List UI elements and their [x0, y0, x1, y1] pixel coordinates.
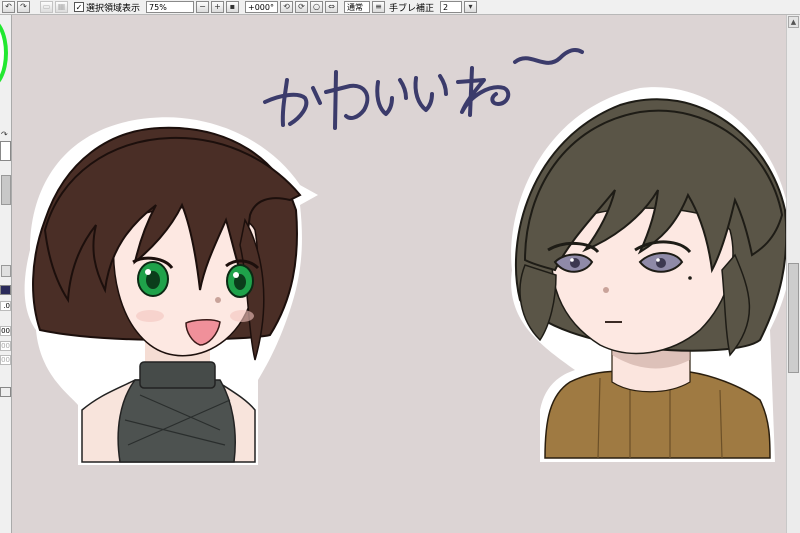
brush-color-swatch[interactable] [0, 285, 11, 295]
rotate-right-icon[interactable]: ⟳ [295, 1, 309, 13]
redo-icon[interactable]: ↷ [17, 1, 30, 13]
brush-value-a[interactable]: .0 [0, 301, 11, 311]
zoom-out-icon[interactable]: − [196, 1, 210, 13]
zoom-field[interactable]: 75% [146, 1, 195, 13]
deselect-icon[interactable]: ▭ [40, 1, 53, 13]
left-character [24, 117, 318, 466]
rotation-field[interactable]: +000° [245, 1, 279, 13]
rotate-left-icon[interactable]: ⟲ [280, 1, 294, 13]
top-toolbar: ↶ ↷ ▭ ▦ ✓ 選択領域表示 75% − + ▪ +000° ⟲ ⟳ ○ ⇔… [0, 0, 800, 15]
color-wheel[interactable] [0, 17, 8, 89]
brush-value-d[interactable]: 00 [0, 355, 11, 365]
show-selection-checkbox[interactable]: ✓ [74, 2, 84, 12]
drawing-canvas[interactable] [12, 15, 786, 533]
show-selection-label: 選択領域表示 [86, 3, 141, 14]
rotate-reset-icon[interactable]: ○ [310, 1, 324, 13]
stabilizer-dropdown-icon[interactable]: ▾ [464, 1, 478, 13]
stabilizer-label: 手ブレ補正 [389, 3, 435, 14]
right-character [511, 87, 786, 462]
invert-selection-icon[interactable]: ▦ [55, 1, 68, 13]
blend-mode-select[interactable]: 通常 [344, 1, 371, 13]
panel-scroll-arrow[interactable] [1, 265, 11, 277]
artwork [24, 48, 786, 466]
swap-colors-icon[interactable]: ↷ [1, 130, 8, 139]
panel-scroll-thumb[interactable] [1, 175, 11, 205]
left-tool-panel: ↷ .0 00 00 00 [0, 15, 12, 533]
undo-icon[interactable]: ↶ [2, 1, 15, 13]
brush-value-c[interactable]: 00 [0, 341, 11, 351]
flip-icon[interactable]: ⇔ [325, 1, 339, 13]
stabilizer-select[interactable]: 2 [440, 1, 463, 13]
canvas-vertical-scrollbar[interactable]: ▲ [786, 15, 800, 533]
scrollbar-thumb[interactable] [788, 263, 799, 373]
color-swatch[interactable] [0, 141, 11, 161]
handwriting-strokes [263, 48, 584, 130]
brush-value-b[interactable]: 00 [0, 326, 11, 336]
mode-dropdown-icon[interactable]: ≡ [372, 1, 386, 13]
paint-app-window: ↶ ↷ ▭ ▦ ✓ 選択領域表示 75% − + ▪ +000° ⟲ ⟳ ○ ⇔… [0, 0, 800, 533]
zoom-in-icon[interactable]: + [211, 1, 225, 13]
panel-toggle[interactable] [0, 387, 11, 397]
zoom-reset-icon[interactable]: ▪ [226, 1, 240, 13]
scroll-up-icon[interactable]: ▲ [788, 16, 799, 28]
